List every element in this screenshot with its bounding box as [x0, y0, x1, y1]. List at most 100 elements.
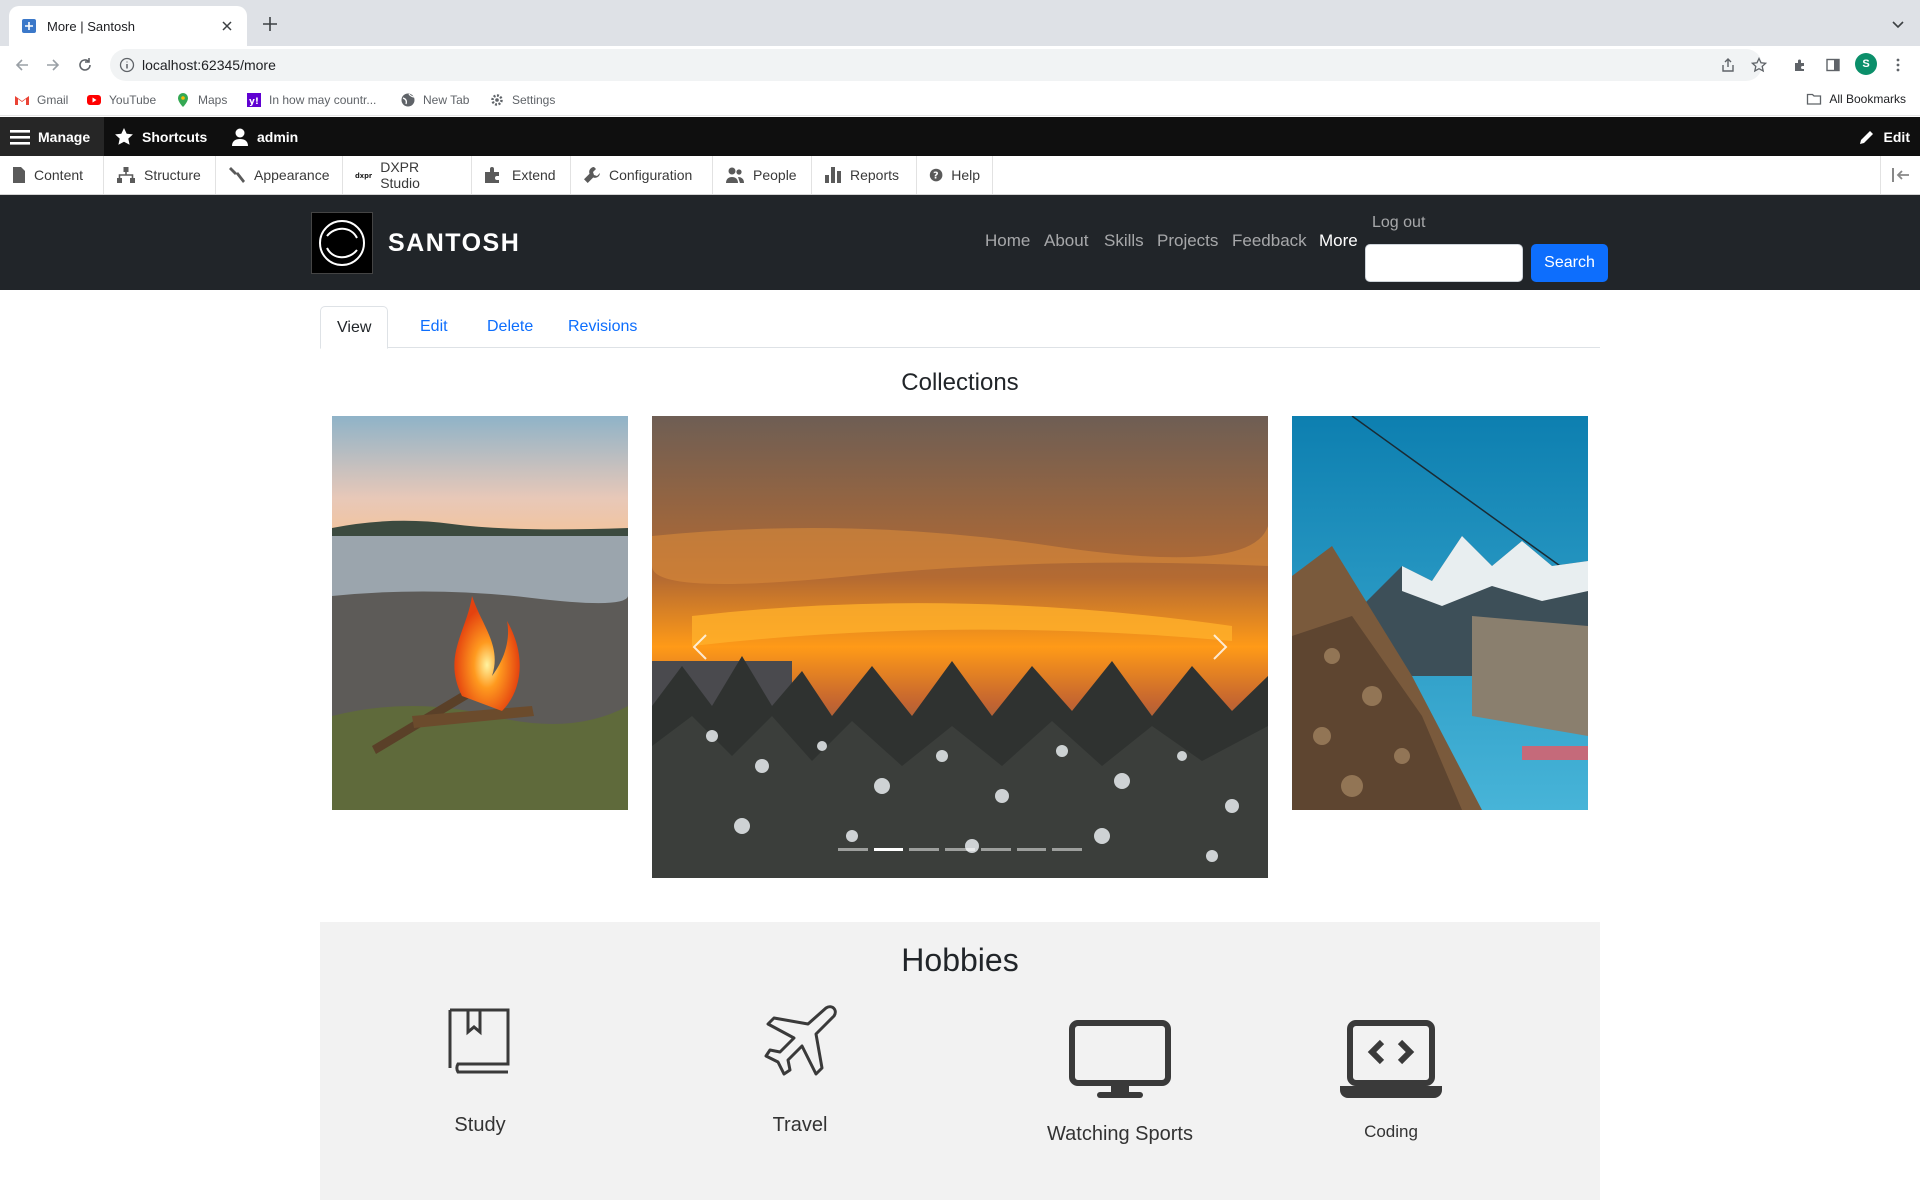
carousel-indicators [838, 848, 1083, 851]
gear-icon [491, 94, 503, 106]
browser-toolbar: localhost:62345/more S [0, 46, 1920, 84]
browser-menu-icon[interactable] [1890, 57, 1906, 73]
carousel-active-slide[interactable] [652, 416, 1268, 878]
tray-item-dxpr-studio[interactable]: dxpr DXPR Studio [343, 156, 472, 194]
sitemap-icon [117, 167, 135, 183]
tray-item-people[interactable]: People [713, 156, 812, 194]
reload-icon[interactable] [75, 55, 95, 75]
tab-revisions[interactable]: Revisions [552, 306, 653, 348]
nav-about[interactable]: About [1044, 231, 1088, 251]
side-panel-icon[interactable] [1825, 57, 1841, 73]
admin-toolbar: Manage Shortcuts admin Edit [0, 117, 1920, 156]
collections-title: Collections [901, 369, 1019, 396]
bookmark-youtube[interactable]: YouTube [86, 91, 156, 109]
tray-item-content[interactable]: Content [0, 156, 104, 194]
bookmark-gmail[interactable]: Gmail [14, 91, 68, 109]
bookmark-yahoo[interactable]: y! In how may countr... [246, 91, 376, 109]
mountain-image [1292, 416, 1588, 810]
tray-label: Appearance [254, 167, 330, 183]
address-bar[interactable]: localhost:62345/more [110, 49, 1767, 81]
bookmark-new-tab[interactable]: New Tab [400, 91, 469, 109]
nav-projects[interactable]: Projects [1157, 231, 1218, 251]
tray-item-help[interactable]: ? Help [917, 156, 993, 194]
hobby-label-watching-sports: Watching Sports [1047, 1123, 1193, 1145]
tray-label: Extend [512, 167, 556, 183]
nav-more[interactable]: More [1319, 231, 1358, 251]
hobby-label-coding: Coding [1364, 1122, 1418, 1141]
tray-item-appearance[interactable]: Appearance [216, 156, 343, 194]
collapse-left-icon [1891, 168, 1909, 182]
photo-campfire[interactable] [332, 416, 628, 810]
gmail-icon [15, 96, 29, 105]
airplane-icon [764, 1005, 837, 1076]
new-tab-icon[interactable] [260, 14, 280, 34]
bookmark-maps[interactable]: Maps [175, 91, 227, 109]
youtube-icon [87, 95, 101, 105]
nav-home[interactable]: Home [985, 231, 1030, 251]
share-icon[interactable] [1720, 57, 1736, 73]
site-header: SANTOSH Home About Skills Projects Feedb… [0, 195, 1920, 290]
site-info-icon[interactable] [119, 57, 135, 73]
user-toggle[interactable]: admin [221, 117, 308, 156]
search-input[interactable] [1365, 244, 1523, 282]
help-icon: ? [929, 168, 943, 182]
nav-skills[interactable]: Skills [1104, 231, 1144, 251]
search-button[interactable]: Search [1531, 244, 1608, 282]
site-logo[interactable] [311, 212, 373, 274]
tray-item-structure[interactable]: Structure [104, 156, 216, 194]
carousel-indicator[interactable] [1052, 848, 1083, 851]
site-name[interactable]: SANTOSH [388, 229, 520, 258]
svg-text:y!: y! [249, 97, 259, 107]
close-tab-icon[interactable] [219, 18, 235, 34]
bookmark-label: In how may countr... [269, 93, 377, 107]
manage-toggle[interactable]: Manage [0, 117, 104, 156]
tray-item-configuration[interactable]: Configuration [571, 156, 713, 194]
carousel-prev-icon[interactable] [690, 631, 710, 663]
extensions-icon[interactable] [1792, 57, 1808, 73]
nav-feedback[interactable]: Feedback [1232, 231, 1307, 251]
hobby-label-study: Study [454, 1114, 506, 1136]
user-label: admin [257, 128, 299, 145]
carousel-indicator-active[interactable] [873, 848, 904, 851]
all-bookmarks-label: All Bookmarks [1829, 92, 1906, 106]
browser-tab[interactable]: More | Santosh [9, 6, 247, 46]
edit-toggle[interactable]: Edit [1848, 117, 1920, 156]
tray-item-extend[interactable]: Extend [472, 156, 571, 194]
folder-icon [1807, 93, 1822, 105]
url-text[interactable]: localhost:62345/more [142, 57, 276, 73]
tray-orientation-toggle[interactable] [1880, 156, 1920, 194]
all-bookmarks[interactable]: All Bookmarks [1806, 91, 1906, 107]
tray-label: Structure [144, 167, 201, 183]
tray-item-reports[interactable]: Reports [812, 156, 917, 194]
shortcuts-toggle[interactable]: Shortcuts [104, 117, 217, 156]
carousel-indicator[interactable] [1016, 848, 1047, 851]
hamburger-icon [10, 129, 30, 145]
carousel-indicator[interactable] [838, 848, 868, 851]
svg-text:dxpr: dxpr [355, 172, 372, 180]
sunset-snow-image [652, 416, 1268, 878]
edit-label: Edit [1883, 128, 1910, 145]
carousel-indicator[interactable] [980, 848, 1011, 851]
tab-edit[interactable]: Edit [404, 306, 464, 348]
hobbies-section: Hobbies Study Travel Watching Sports Cod… [320, 922, 1600, 1200]
bookmark-label: Gmail [37, 93, 69, 107]
photo-mountain[interactable] [1292, 416, 1588, 810]
carousel-indicator[interactable] [909, 848, 940, 851]
tab-delete[interactable]: Delete [471, 306, 549, 348]
logo-swirl-icon [319, 220, 365, 266]
forward-icon[interactable] [43, 55, 63, 75]
profile-avatar[interactable]: S [1855, 53, 1877, 75]
bookmark-star-icon[interactable] [1751, 57, 1767, 73]
logout-link[interactable]: Log out [1372, 214, 1425, 232]
bookmark-settings[interactable]: Settings [489, 91, 555, 109]
tab-title: More | Santosh [47, 18, 135, 34]
maps-pin-icon [178, 93, 188, 107]
pencil-icon [1859, 130, 1873, 144]
tab-search-chevron-icon[interactable] [1890, 16, 1906, 32]
carousel-next-icon[interactable] [1210, 631, 1230, 663]
back-icon[interactable] [12, 55, 32, 75]
tab-view[interactable]: View [320, 306, 389, 349]
star-icon [115, 127, 133, 145]
carousel-indicator[interactable] [945, 848, 975, 851]
desktop-monitor-icon [1069, 1020, 1171, 1098]
